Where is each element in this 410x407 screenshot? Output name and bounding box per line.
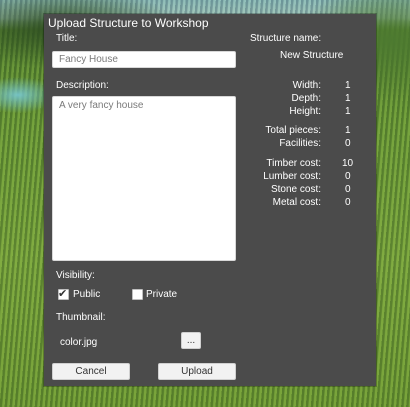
- description-label: Description:: [56, 80, 109, 91]
- total-pieces-value: 1: [345, 125, 351, 136]
- stone-cost-label: Stone cost:: [270, 184, 321, 195]
- upload-structure-dialog: Upload Structure to Workshop Title: Desc…: [44, 14, 376, 386]
- width-label: Width:: [292, 80, 321, 91]
- cancel-button[interactable]: Cancel: [52, 363, 130, 380]
- upload-button[interactable]: Upload: [158, 363, 236, 380]
- depth-label: Depth:: [291, 93, 321, 104]
- dialog-title: Upload Structure to Workshop: [48, 16, 209, 30]
- thumbnail-filename: color.jpg: [60, 337, 98, 348]
- total-pieces-label: Total pieces:: [265, 125, 321, 136]
- title-label: Title:: [56, 33, 78, 44]
- thumbnail-label: Thumbnail:: [56, 312, 106, 323]
- structure-name-value: New Structure: [280, 50, 344, 61]
- title-input[interactable]: [52, 51, 236, 68]
- visibility-label: Visibility:: [56, 270, 95, 281]
- private-label: Private: [146, 289, 178, 300]
- metal-cost-value: 0: [345, 197, 351, 208]
- timber-cost-value: 10: [342, 158, 354, 169]
- checkmark-icon: ✔: [58, 288, 68, 300]
- lumber-cost-label: Lumber cost:: [263, 171, 321, 182]
- browse-thumbnail-button[interactable]: ...: [181, 332, 201, 349]
- facilities-label: Facilities:: [279, 138, 321, 149]
- height-value: 1: [345, 106, 351, 117]
- height-label: Height:: [289, 106, 321, 117]
- lumber-cost-value: 0: [345, 171, 351, 182]
- public-label: Public: [73, 289, 101, 300]
- metal-cost-label: Metal cost:: [272, 197, 321, 208]
- private-checkbox[interactable]: [132, 289, 143, 300]
- public-checkbox[interactable]: ✔: [58, 288, 69, 300]
- description-input[interactable]: A very fancy house: [52, 96, 236, 261]
- width-value: 1: [345, 80, 351, 91]
- timber-cost-label: Timber cost:: [266, 158, 321, 169]
- stone-cost-value: 0: [345, 184, 351, 195]
- structure-info-panel: Structure name: New Structure Width: 1 D…: [242, 14, 376, 234]
- facilities-value: 0: [345, 138, 351, 149]
- structure-name-label: Structure name:: [250, 33, 322, 44]
- depth-value: 1: [345, 93, 351, 104]
